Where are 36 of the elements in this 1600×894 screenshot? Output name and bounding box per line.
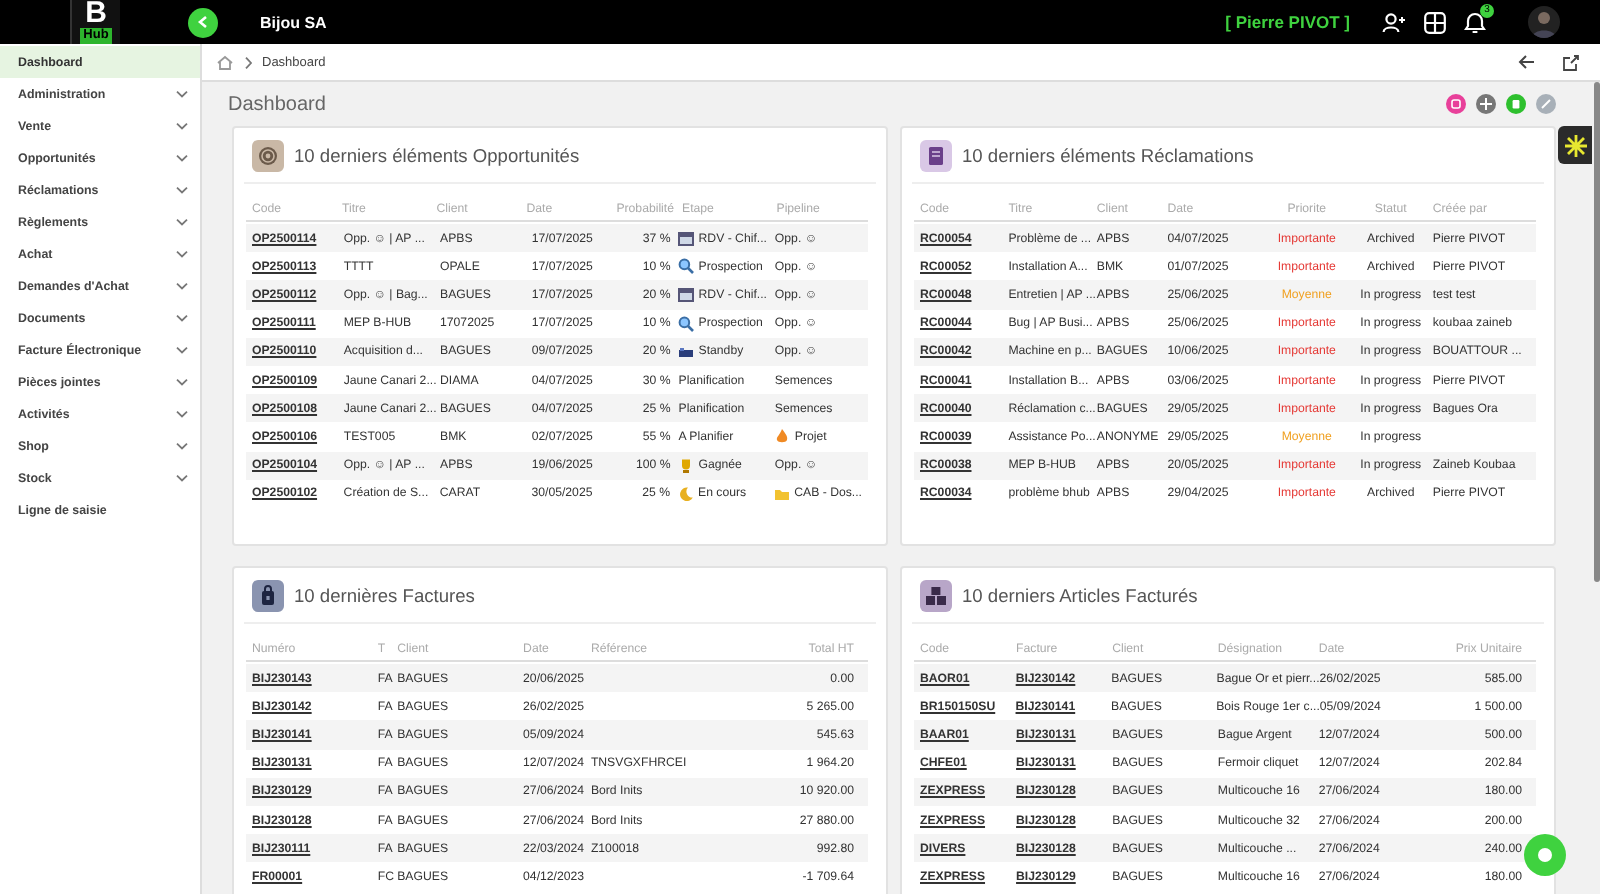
chevron-left-icon <box>196 14 210 30</box>
chevron-right-icon <box>244 55 252 69</box>
external-link-icon <box>1562 53 1580 71</box>
scrollbar[interactable] <box>1594 82 1600 582</box>
search-icon <box>678 258 695 275</box>
bell-icon <box>1464 11 1486 33</box>
flame-icon <box>774 428 791 445</box>
chat-icon <box>1536 846 1554 864</box>
avatar <box>1528 6 1560 38</box>
home-icon <box>216 54 234 70</box>
card-title: 10 derniers éléments Opportunités <box>294 145 580 165</box>
page-title: Dashboard <box>228 93 328 115</box>
calendar-icon <box>678 286 695 303</box>
company-name: Bijou SA <box>260 13 327 31</box>
folder-icon <box>774 485 791 502</box>
moon-icon <box>678 485 695 502</box>
add-user-button[interactable] <box>1382 12 1406 32</box>
slash-icon <box>1538 96 1554 112</box>
back-button[interactable] <box>1518 54 1536 70</box>
share-button[interactable] <box>1562 53 1580 71</box>
card-title: 10 derniers Articles Facturés <box>962 585 1198 605</box>
toggle-button[interactable] <box>1536 94 1556 114</box>
calendar-icon <box>678 230 695 247</box>
sparkle-icon <box>1563 133 1587 157</box>
search-icon <box>678 315 695 332</box>
add-user-icon <box>1382 12 1406 32</box>
user-name: [ Pierre PIVOT ] <box>1225 12 1350 32</box>
grid-icon <box>1424 11 1446 33</box>
card-title: 10 derniers éléments Réclamations <box>962 145 1254 165</box>
widget-button[interactable] <box>1558 126 1592 164</box>
trophy-icon <box>678 457 695 474</box>
grid-button[interactable] <box>1424 11 1446 33</box>
arrow-left-icon <box>1518 54 1536 70</box>
collapse-button[interactable] <box>188 7 218 37</box>
bed-icon <box>678 343 695 360</box>
card-title: 10 dernières Factures <box>294 585 475 605</box>
